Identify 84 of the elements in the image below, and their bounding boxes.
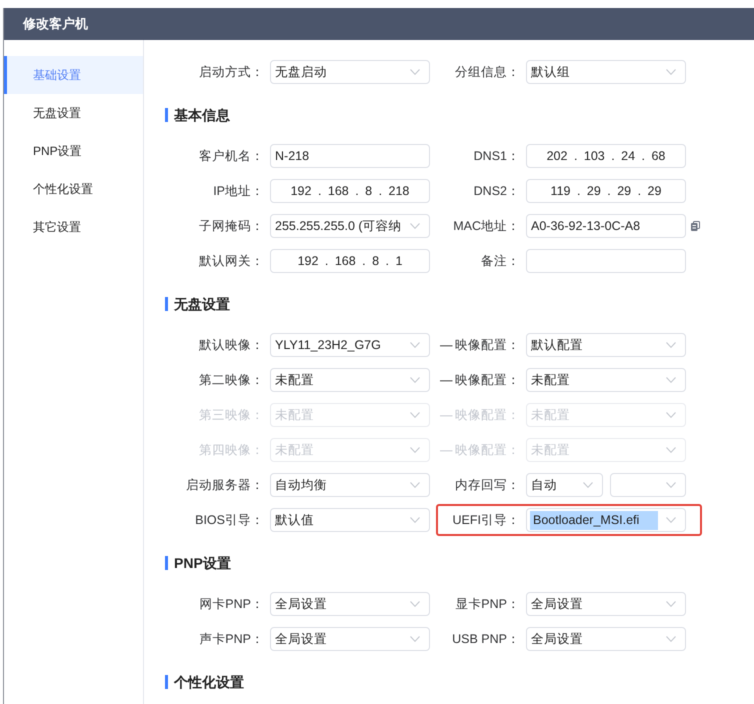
field-label: 子网掩码：	[199, 218, 264, 234]
dropdown[interactable]: 默认组	[526, 60, 686, 84]
field-label: 映像配置：	[455, 442, 520, 458]
field-label: 映像配置：	[455, 336, 520, 354]
field-label: USB PNP：	[452, 630, 520, 648]
sidebar-item[interactable]: 个性化设置	[4, 170, 143, 208]
field-label: UEFI引导：	[452, 512, 520, 528]
sidebar-item[interactable]: 无盘设置	[4, 94, 143, 132]
dropdown[interactable]: 无盘启动	[270, 60, 430, 84]
copy-icon[interactable]	[691, 221, 700, 231]
text-selection: Bootloader_MSI.efi	[530, 510, 658, 530]
chevron-down-icon	[410, 342, 420, 348]
ip-address-field[interactable]: 119 . 29 . 29 . 29	[526, 179, 686, 203]
dropdown[interactable]: 全局设置	[270, 592, 430, 616]
dropdown[interactable]: 未配置	[526, 368, 686, 392]
chevron-down-icon	[666, 377, 676, 383]
field-label: 默认映像：	[199, 336, 264, 354]
field-label: 网卡PNP：	[199, 596, 264, 612]
dropdown[interactable]: 自动	[526, 473, 602, 497]
field-label: 第三映像：	[199, 406, 264, 424]
field-label: 备注：	[481, 252, 520, 270]
chevron-down-icon	[410, 517, 420, 523]
chevron-down-icon	[666, 636, 676, 642]
ip-address-field[interactable]: 192 . 168 . 8 . 1	[270, 249, 430, 273]
chevron-down-icon	[410, 447, 420, 453]
dash-separator: —	[440, 408, 452, 422]
field-label: 第二映像：	[199, 372, 264, 388]
chevron-down-icon	[410, 223, 420, 229]
chevron-down-icon	[666, 482, 676, 488]
section-heading: PNP设置	[165, 556, 231, 570]
field-label: DNS2：	[474, 182, 520, 200]
dropdown[interactable]: 默认值	[270, 508, 430, 532]
chevron-down-icon	[410, 377, 420, 383]
window-title: 修改客户机	[23, 15, 88, 33]
chevron-down-icon	[666, 342, 676, 348]
chevron-down-icon	[666, 601, 676, 607]
chevron-down-icon	[582, 482, 592, 488]
chevron-down-icon	[666, 517, 676, 523]
section-heading: 基本信息	[165, 108, 230, 122]
field-label: 声卡PNP：	[199, 630, 264, 648]
field-label: 第四映像：	[199, 442, 264, 458]
ip-address-field[interactable]: 192 . 168 . 8 . 218	[270, 179, 430, 203]
dash-separator: —	[440, 373, 452, 387]
chevron-down-icon	[410, 601, 420, 607]
sidebar-item[interactable]: PNP设置	[4, 132, 143, 170]
field-label: 分组信息：	[455, 64, 520, 80]
field-label: 客户机名：	[199, 148, 264, 164]
field-label: 启动服务器：	[186, 476, 264, 494]
chevron-down-icon	[666, 69, 676, 75]
chevron-down-icon	[410, 482, 420, 488]
dropdown[interactable]: Bootloader_MSI.efi	[526, 508, 686, 532]
field-label: 映像配置：	[455, 372, 520, 388]
dropdown[interactable]: YLY11_23H2_G7G	[270, 333, 430, 357]
chevron-down-icon	[410, 412, 420, 418]
field-label: DNS1：	[474, 148, 520, 164]
field-label: 显卡PNP：	[455, 596, 520, 612]
dash-separator: —	[440, 338, 452, 352]
text-field[interactable]	[526, 249, 686, 273]
chevron-down-icon	[666, 412, 676, 418]
ip-address-field[interactable]: 202 . 103 . 24 . 68	[526, 144, 686, 168]
chevron-down-icon	[410, 69, 420, 75]
dropdown[interactable]: 默认配置	[526, 333, 686, 357]
field-label: 内存回写：	[455, 476, 520, 494]
field-label: 默认网关：	[199, 252, 264, 270]
dropdown[interactable]: 全局设置	[270, 627, 430, 651]
field-label: 启动方式：	[199, 64, 264, 80]
field-label: MAC地址：	[453, 218, 520, 234]
dropdown[interactable]: 255.255.255.0 (可容纳	[270, 214, 430, 238]
dropdown[interactable]: 全局设置	[526, 627, 686, 651]
dropdown[interactable]	[610, 473, 686, 497]
text-field[interactable]: N-218	[270, 144, 430, 168]
text-field[interactable]: A0-36-92-13-0C-A8	[526, 214, 686, 238]
field-label: 映像配置：	[455, 406, 520, 424]
dropdown[interactable]: 全局设置	[526, 592, 686, 616]
field-label: IP地址：	[213, 182, 264, 200]
field-label: BIOS引导：	[195, 512, 264, 528]
chevron-down-icon	[666, 447, 676, 453]
dropdown[interactable]: 未配置	[270, 368, 430, 392]
dash-separator: —	[440, 443, 452, 457]
sidebar-item[interactable]: 其它设置	[4, 208, 143, 246]
dropdown[interactable]: 自动均衡	[270, 473, 430, 497]
section-heading: 个性化设置	[165, 675, 244, 689]
chevron-down-icon	[410, 636, 420, 642]
section-heading: 无盘设置	[165, 297, 230, 311]
